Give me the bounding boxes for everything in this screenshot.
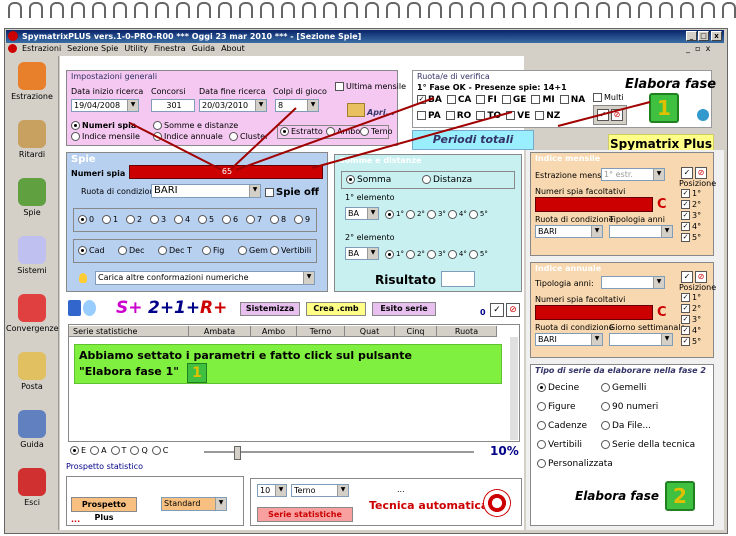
- annotation-arrows: [129, 97, 651, 171]
- arrow-to-numbers: [129, 122, 223, 171]
- arrow-to-ba: [235, 97, 435, 171]
- arrow-to-elabora: [557, 101, 651, 127]
- arrow-to-wheel: [311, 111, 513, 169]
